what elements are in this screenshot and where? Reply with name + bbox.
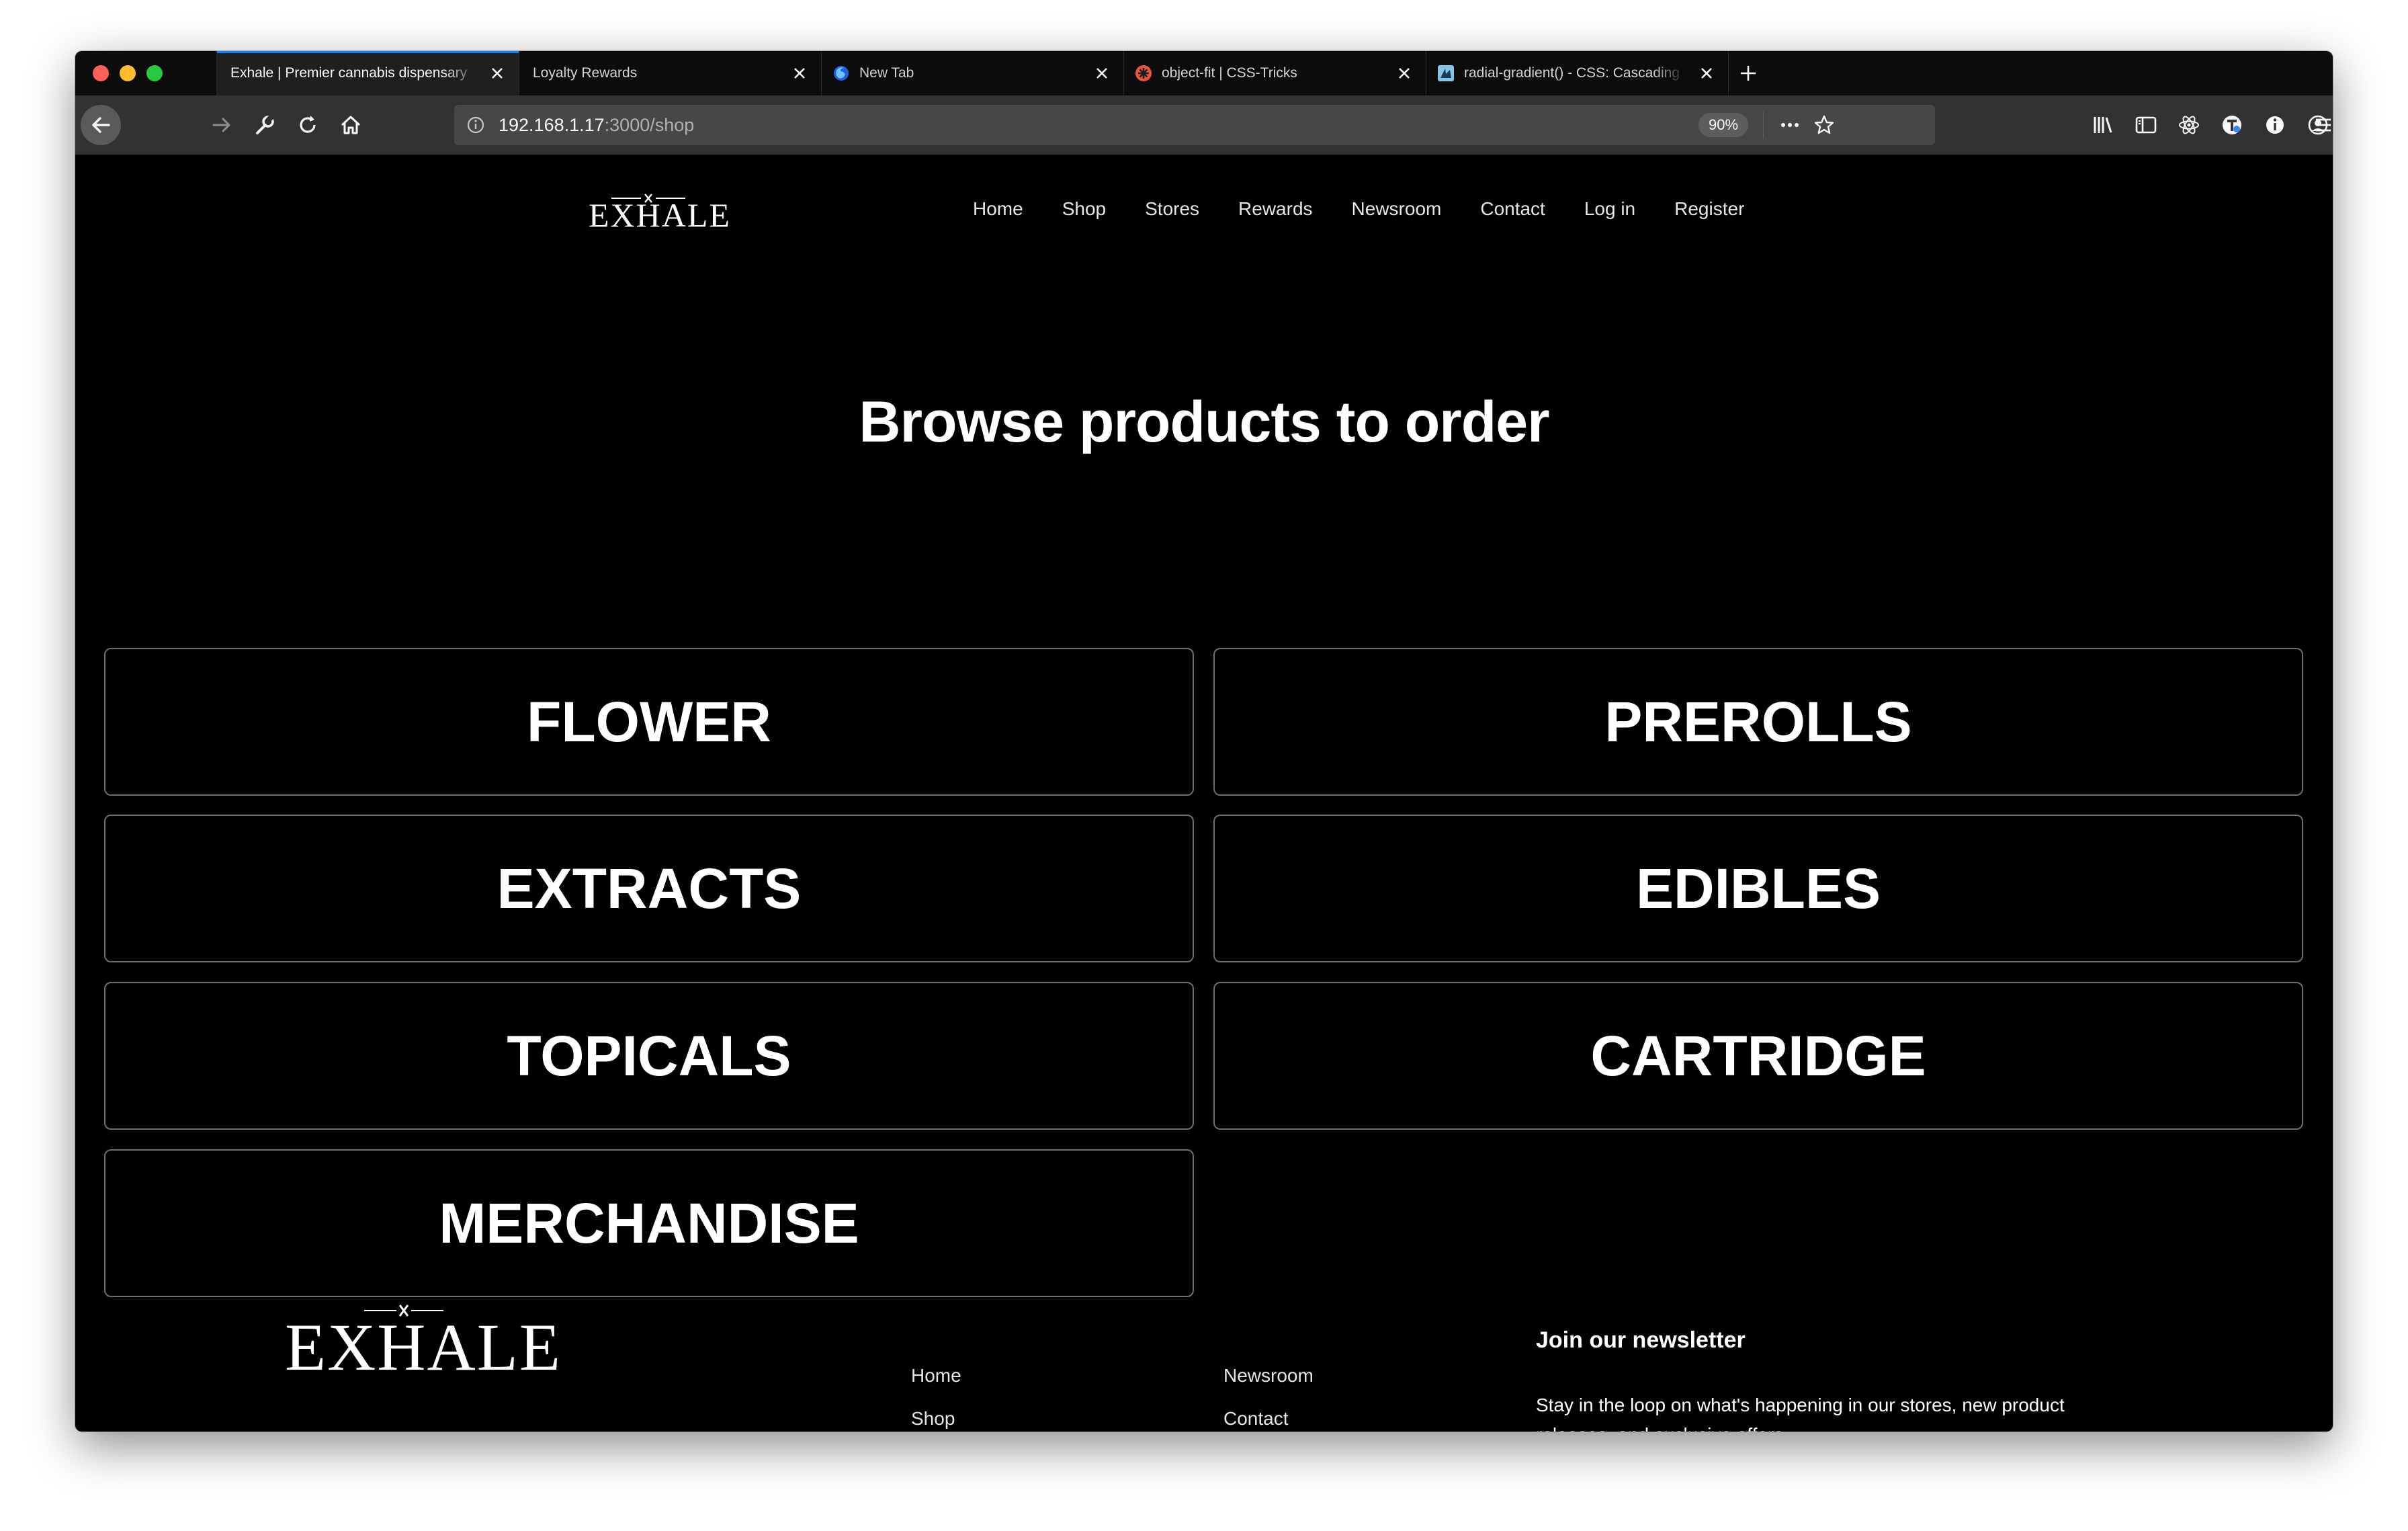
zoom-level-button[interactable]: 90% bbox=[1698, 113, 1748, 137]
plus-icon bbox=[1741, 66, 1756, 81]
extension-button[interactable] bbox=[2220, 113, 2244, 137]
close-tab-icon[interactable] bbox=[790, 64, 809, 83]
category-merchandise-button[interactable]: MERCHANDISE bbox=[104, 1149, 1194, 1297]
logo-x-mark-icon bbox=[364, 1305, 443, 1317]
nav-home-link[interactable]: Home bbox=[973, 198, 1023, 220]
developer-tools-button[interactable] bbox=[246, 106, 284, 144]
reload-icon bbox=[300, 116, 316, 133]
close-window-button[interactable] bbox=[93, 65, 109, 81]
nav-register-link[interactable]: Register bbox=[1674, 198, 1744, 220]
nav-contact-link[interactable]: Contact bbox=[1480, 198, 1545, 220]
minimize-window-button[interactable] bbox=[120, 65, 136, 81]
extension-icon bbox=[2223, 116, 2241, 134]
react-devtools-button[interactable] bbox=[2177, 113, 2201, 137]
footer-home-link[interactable]: Home bbox=[911, 1365, 961, 1408]
tab-title: Exhale | Premier cannabis dispensary bbox=[230, 65, 468, 81]
logo-text: EXHALE bbox=[285, 1310, 562, 1384]
sidebar-icon bbox=[2135, 116, 2157, 134]
nav-rewards-link[interactable]: Rewards bbox=[1238, 198, 1312, 220]
zoom-window-button[interactable] bbox=[146, 65, 163, 81]
web-page: EXHALE Home Shop Stores Rewards Newsroom… bbox=[75, 155, 2333, 1432]
sidebar-button[interactable] bbox=[2134, 113, 2158, 137]
close-tab-icon[interactable] bbox=[488, 64, 507, 83]
reload-button[interactable] bbox=[289, 106, 327, 144]
home-icon bbox=[341, 116, 361, 134]
newsletter-description: Stay in the loop on what's happening in … bbox=[1536, 1395, 2065, 1432]
nav-stores-link[interactable]: Stores bbox=[1145, 198, 1199, 220]
react-icon bbox=[2179, 116, 2199, 134]
mdn-icon bbox=[1437, 65, 1455, 82]
footer-shop-link[interactable]: Shop bbox=[911, 1408, 961, 1432]
bookmark-star-icon[interactable] bbox=[1813, 114, 1836, 136]
page-actions-icon[interactable] bbox=[1776, 114, 1803, 136]
new-tab-button[interactable] bbox=[1728, 51, 1768, 95]
footer-links-column-2: Newsroom Contact bbox=[1223, 1365, 1314, 1432]
url-text[interactable]: 192.168.1.17:3000/shop bbox=[499, 115, 694, 136]
close-tab-icon[interactable] bbox=[1697, 64, 1716, 83]
wrench-icon bbox=[256, 114, 274, 134]
firefox-icon bbox=[832, 65, 850, 82]
category-flower-button[interactable]: FLOWER bbox=[104, 648, 1194, 796]
category-edibles-button[interactable]: EDIBLES bbox=[1213, 815, 2303, 962]
footer-contact-link[interactable]: Contact bbox=[1223, 1408, 1314, 1432]
arrow-right-icon bbox=[212, 118, 230, 132]
address-bar[interactable]: 192.168.1.17:3000/shop 90% bbox=[454, 105, 1935, 145]
hamburger-menu-icon bbox=[2316, 118, 2331, 132]
category-prerolls-button[interactable]: PREROLLS bbox=[1213, 648, 2303, 796]
tab-new-tab[interactable]: New Tab bbox=[821, 51, 1123, 95]
library-button[interactable] bbox=[2091, 113, 2115, 137]
tab-css-tricks[interactable]: object-fit | CSS-Tricks bbox=[1123, 51, 1426, 95]
category-cartridge-button[interactable]: CARTRIDGE bbox=[1213, 982, 2303, 1130]
close-tab-icon[interactable] bbox=[1395, 64, 1414, 83]
footer-newsroom-link[interactable]: Newsroom bbox=[1223, 1365, 1314, 1408]
newsletter-heading: Join our newsletter bbox=[1536, 1327, 1746, 1353]
browser-window: Exhale | Premier cannabis dispensary Loy… bbox=[75, 51, 2333, 1432]
footer-links-column-1: Home Shop bbox=[911, 1365, 961, 1432]
arrow-left-icon bbox=[92, 117, 110, 133]
tab-title: object-fit | CSS-Tricks bbox=[1162, 65, 1297, 81]
category-extracts-button[interactable]: EXTRACTS bbox=[104, 815, 1194, 962]
tab-strip: Exhale | Premier cannabis dispensary Loy… bbox=[75, 51, 2333, 95]
tab-loyalty-rewards[interactable]: Loyalty Rewards bbox=[519, 51, 821, 95]
url-host: 192.168.1.17 bbox=[499, 115, 605, 135]
info-extension-button[interactable] bbox=[2263, 113, 2287, 137]
tab-mdn-radial-gradient[interactable]: radial-gradient() - CSS: Cascading Style… bbox=[1426, 51, 1728, 95]
category-topicals-button[interactable]: TOPICALS bbox=[104, 982, 1194, 1130]
url-path: :3000/shop bbox=[604, 115, 695, 135]
menu-button[interactable] bbox=[2311, 113, 2333, 137]
window-controls bbox=[75, 51, 216, 95]
footer-logo[interactable]: EXHALE bbox=[285, 1305, 562, 1381]
close-tab-icon[interactable] bbox=[1092, 64, 1111, 83]
navigation-toolbar: 192.168.1.17:3000/shop 90% bbox=[75, 95, 2333, 155]
logo-x-mark-icon bbox=[611, 194, 685, 203]
forward-button[interactable] bbox=[203, 106, 241, 144]
nav-newsroom-link[interactable]: Newsroom bbox=[1352, 198, 1442, 220]
tab-title: New Tab bbox=[859, 65, 914, 81]
css-tricks-icon bbox=[1135, 65, 1152, 82]
site-navigation: Home Shop Stores Rewards Newsroom Contac… bbox=[973, 198, 1783, 220]
info-circle-icon bbox=[2266, 116, 2284, 134]
header-logo[interactable]: EXHALE bbox=[589, 194, 731, 235]
nav-shop-link[interactable]: Shop bbox=[1062, 198, 1106, 220]
nav-login-link[interactable]: Log in bbox=[1584, 198, 1635, 220]
site-info-icon[interactable] bbox=[466, 116, 485, 134]
page-title: Browse products to order bbox=[859, 390, 1549, 454]
back-button[interactable] bbox=[81, 105, 121, 145]
home-button[interactable] bbox=[332, 106, 370, 144]
tab-exhale[interactable]: Exhale | Premier cannabis dispensary bbox=[216, 51, 519, 95]
library-icon bbox=[2094, 117, 2112, 133]
url-separator bbox=[1763, 112, 1764, 138]
tab-title: radial-gradient() - CSS: Cascading Style… bbox=[1464, 65, 1686, 81]
tab-title: Loyalty Rewards bbox=[533, 65, 638, 81]
